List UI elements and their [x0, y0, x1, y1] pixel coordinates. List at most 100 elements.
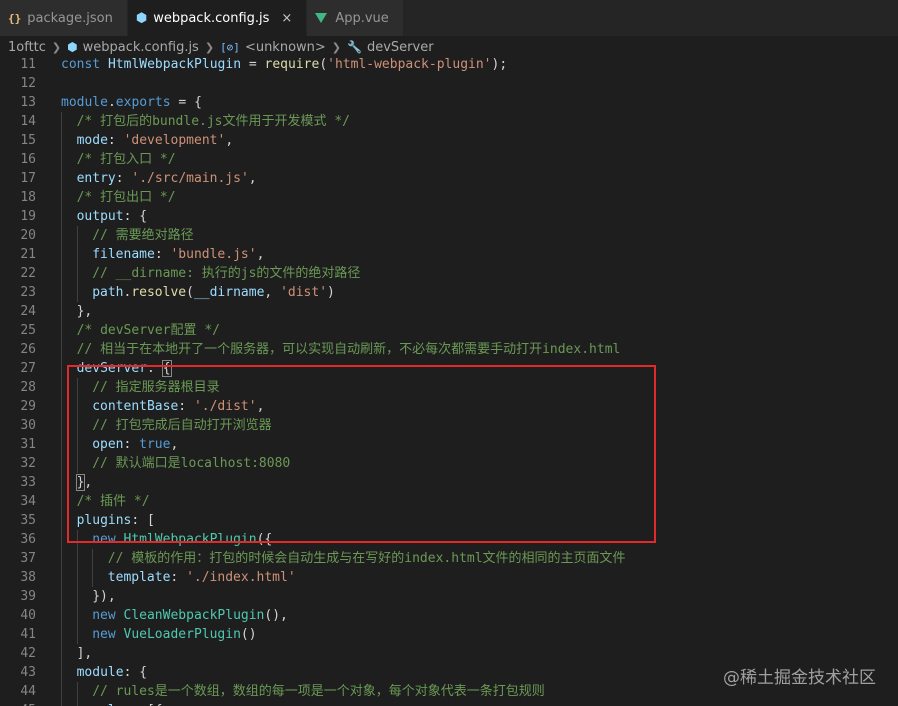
code-token: const: [61, 58, 108, 72]
code-text: /* 打包入口 */: [77, 150, 176, 169]
indent-guide: [92, 568, 94, 587]
code-token: ,: [256, 247, 265, 262]
code-token: : {: [123, 665, 148, 680]
code-text: // rules是一个数组，数组的每一项是一个对象，每个对象代表一条打包规则: [92, 682, 545, 701]
code-text: },: [75, 473, 92, 492]
indent-guide: [76, 530, 78, 549]
line-number: 20: [20, 228, 36, 243]
breadcrumb-folder[interactable]: 1ofttc: [8, 40, 46, 55]
code-token: VueLoaderPlugin: [123, 627, 241, 642]
code-token: /* 打包出口 */: [76, 190, 176, 205]
code-line[interactable]: 36 new HtmlWebpackPlugin({: [0, 530, 898, 549]
code-line[interactable]: 15 mode: 'development',: [0, 131, 898, 150]
indent-guide: [61, 245, 62, 264]
line-number: 17: [20, 171, 36, 186]
indent-guide: [76, 264, 78, 283]
code-line[interactable]: 16 /* 打包入口 */: [0, 150, 898, 169]
breadcrumb-file[interactable]: ⬢ webpack.config.js: [67, 40, 199, 55]
code-line[interactable]: 39}),: [0, 587, 898, 606]
indent-guide: [61, 359, 62, 378]
code-line[interactable]: 19 output: {: [0, 207, 898, 226]
line-number: 13: [20, 95, 36, 110]
code-line[interactable]: 13 module.exports = {: [0, 93, 898, 112]
code-token: (: [186, 285, 194, 300]
code-text: /* 插件 */: [77, 492, 150, 511]
indent-guide: [61, 188, 62, 207]
code-token: /* 插件 */: [76, 494, 150, 509]
code-line[interactable]: 21 filename: 'bundle.js',: [0, 245, 898, 264]
indent-guide: [61, 568, 62, 587]
code-line[interactable]: 30 // 打包完成后自动打开浏览器: [0, 416, 898, 435]
code-line[interactable]: 17 entry: './src/main.js',: [0, 169, 898, 188]
code-line[interactable]: 42],: [0, 644, 898, 663]
indent-guide: [61, 131, 62, 150]
code-token: 'bundle.js': [170, 247, 257, 262]
code-token: __dirname: [193, 285, 265, 300]
code-line[interactable]: 24},: [0, 302, 898, 321]
tab-package-json[interactable]: {} package.json: [0, 0, 128, 36]
chevron-right-icon: ❯: [331, 40, 342, 54]
code-line[interactable]: 31 open: true,: [0, 435, 898, 454]
code-line[interactable]: 37 // 模板的作用：打包的时候会自动生成与在写好的index.html文件的相…: [0, 549, 898, 568]
code-token: HtmlWebpackPlugin: [107, 58, 242, 72]
code-token: devServer: [76, 361, 148, 376]
code-line[interactable]: 12: [0, 74, 898, 93]
code-line[interactable]: 23 path.resolve(__dirname, 'dist'): [0, 283, 898, 302]
code-line[interactable]: 34 /* 插件 */: [0, 492, 898, 511]
code-line[interactable]: 40 new CleanWebpackPlugin(),: [0, 606, 898, 625]
code-line[interactable]: 11 const HtmlWebpackPlugin = require('htm…: [0, 58, 898, 74]
code-token: './index.html': [186, 570, 296, 585]
breadcrumb-property[interactable]: 🔧 devServer: [347, 40, 434, 55]
code-line[interactable]: 14 /* 打包后的bundle.js文件用于开发模式 */: [0, 112, 898, 131]
line-number: 41: [20, 627, 36, 642]
code-line[interactable]: 33},: [0, 473, 898, 492]
code-token: },: [76, 304, 93, 319]
indent-guide: [61, 321, 62, 340]
line-number: 38: [20, 570, 36, 585]
code-lines: 11 const HtmlWebpackPlugin = require('htm…: [0, 58, 898, 706]
breadcrumb-symbol[interactable]: [⊘] <unknown>: [220, 40, 326, 55]
indent-guide: [76, 549, 78, 568]
code-line[interactable]: 45 rules: [{: [0, 701, 898, 706]
code-token: :: [147, 361, 163, 376]
code-token: (): [240, 627, 257, 642]
close-icon[interactable]: ×: [281, 11, 292, 26]
code-line[interactable]: 27 devServer: {: [0, 359, 898, 378]
indent-guide: [61, 207, 62, 226]
code-token: module: [61, 95, 108, 110]
chevron-right-icon: ❯: [51, 40, 62, 54]
code-line[interactable]: 41 new VueLoaderPlugin(): [0, 625, 898, 644]
code-text: module.exports = {: [61, 93, 202, 112]
code-editor[interactable]: 11 const HtmlWebpackPlugin = require('htm…: [0, 58, 898, 706]
code-token: : {: [123, 209, 148, 224]
code-line[interactable]: 35 plugins: [: [0, 511, 898, 530]
indent-guide: [76, 397, 78, 416]
tab-webpack-config[interactable]: ⬢ webpack.config.js ×: [127, 0, 308, 36]
code-line[interactable]: 28 // 指定服务器根目录: [0, 378, 898, 397]
code-text: const HtmlWebpackPlugin = require('html-…: [61, 58, 507, 74]
code-token: 'dist': [280, 285, 328, 300]
indent-guide: [61, 112, 62, 131]
code-line[interactable]: 20 // 需要绝对路径: [0, 226, 898, 245]
code-token: HtmlWebpackPlugin: [123, 532, 257, 547]
code-line[interactable]: 32 // 默认端口是localhost:8080: [0, 454, 898, 473]
line-number: 19: [20, 209, 36, 224]
code-text: // __dirname: 执行的js的文件的绝对路径: [92, 264, 360, 283]
code-line[interactable]: 29 contentBase: './dist',: [0, 397, 898, 416]
code-token: 'html-webpack-plugin': [327, 58, 492, 72]
code-line[interactable]: 26 // 相当于在本地开了一个服务器，可以实现自动刷新，不必每次都需要手动打开i…: [0, 340, 898, 359]
tab-app-vue[interactable]: App.vue: [307, 0, 404, 36]
code-line[interactable]: 22 // __dirname: 执行的js的文件的绝对路径: [0, 264, 898, 283]
code-text: ],: [77, 644, 93, 663]
code-line[interactable]: 25 /* devServer配置 */: [0, 321, 898, 340]
indent-guide: [76, 378, 78, 397]
code-line[interactable]: 18 /* 打包出口 */: [0, 188, 898, 207]
matched-bracket: {: [161, 360, 172, 377]
code-line[interactable]: 38 template: './index.html': [0, 568, 898, 587]
indent-guide: [76, 682, 78, 701]
code-token: 'development': [123, 133, 226, 148]
line-number: 15: [20, 133, 36, 148]
vue-icon: [315, 13, 328, 23]
code-text: plugins: [: [77, 511, 155, 530]
code-token: ,: [170, 437, 179, 452]
